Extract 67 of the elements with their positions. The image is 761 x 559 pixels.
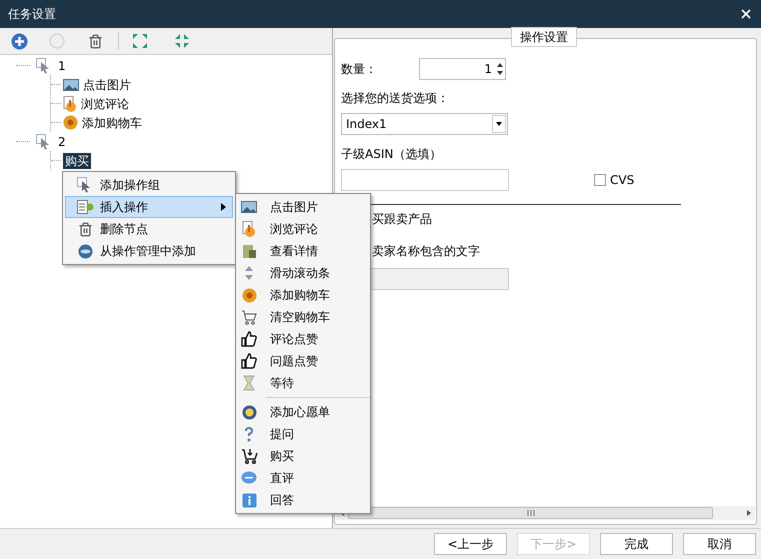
menu-item[interactable]: 回答 xyxy=(236,489,370,511)
dropdown-arrow-icon xyxy=(496,122,502,126)
field-label: 选择您的送货选项： xyxy=(341,90,450,107)
trash-icon xyxy=(88,34,102,48)
menu-item[interactable]: 添加操作组 xyxy=(65,174,233,196)
tree-node[interactable]: 2 xyxy=(58,132,66,150)
info-icon xyxy=(242,492,256,508)
quantity-spinner[interactable]: 1 xyxy=(419,58,506,80)
asin-field[interactable] xyxy=(341,169,509,191)
field-label: 卖家名称包含的文字 xyxy=(372,243,481,260)
field-label: 买跟卖产品 xyxy=(372,211,433,228)
menu-item[interactable]: 问题点赞 xyxy=(236,350,370,372)
scroll-arrows-icon xyxy=(243,265,255,281)
dialog-button[interactable]: 完成 xyxy=(600,533,673,555)
field-label: 数量： xyxy=(341,61,378,78)
dialog-button[interactable]: 取消 xyxy=(683,533,756,555)
menu-item[interactable]: 浏览评论 xyxy=(236,218,370,240)
cart-icon xyxy=(241,310,257,324)
scrollbar-thumb[interactable] xyxy=(348,507,713,519)
menu-item[interactable]: 滑动滚动条 xyxy=(236,262,370,284)
trash-icon xyxy=(78,222,92,236)
menu-item[interactable]: 添加购物车 xyxy=(236,284,370,306)
hand-icon xyxy=(242,221,256,237)
badge-icon xyxy=(242,404,256,420)
thumbs-up-icon xyxy=(241,353,257,369)
cvs-checkbox[interactable] xyxy=(594,174,606,186)
circle-icon xyxy=(49,33,65,49)
menu-item[interactable]: 删除节点 xyxy=(65,218,233,240)
menu-item[interactable]: 购买 xyxy=(236,445,370,467)
menu-item[interactable]: 添加心愿单 xyxy=(236,401,370,423)
hand-icon xyxy=(63,96,77,112)
thumbs-up-icon xyxy=(241,331,257,347)
disc-icon xyxy=(78,244,92,258)
menu-item[interactable]: 直评 xyxy=(236,467,370,489)
shipping-select[interactable]: Index1 xyxy=(341,113,508,135)
image-icon xyxy=(241,200,257,214)
menu-item[interactable]: 插入操作 xyxy=(65,196,233,218)
document-icon xyxy=(242,244,256,258)
cart-coin-icon xyxy=(63,115,78,130)
hourglass-icon xyxy=(243,375,255,391)
menu-item[interactable]: 评论点赞 xyxy=(236,328,370,350)
window-title: 任务设置 xyxy=(8,6,56,23)
menu-item[interactable]: 清空购物车 xyxy=(236,306,370,328)
tree-item[interactable]: 添加购物车 xyxy=(80,114,144,130)
checkbox-label: CVS xyxy=(610,172,634,189)
tree-item[interactable]: 浏览评论 xyxy=(79,96,131,112)
dialog-button[interactable]: <上一步 xyxy=(434,533,507,555)
menu-item[interactable]: 点击图片 xyxy=(236,196,370,218)
cart-icon xyxy=(240,448,258,464)
group-title: 操作设置 xyxy=(511,27,577,47)
image-icon xyxy=(63,78,79,92)
tree-item[interactable]: 购买 xyxy=(63,152,91,168)
insert-icon xyxy=(76,200,94,214)
question-icon xyxy=(244,426,254,442)
close-button[interactable] xyxy=(739,7,753,21)
field-label: 子级ASIN（选填） xyxy=(341,146,442,163)
menu-item[interactable]: 提问 xyxy=(236,423,370,445)
menu-item[interactable]: 查看详情 xyxy=(236,240,370,262)
tree-node[interactable]: 1 xyxy=(58,56,66,74)
plus-icon xyxy=(10,32,28,50)
menu-item[interactable]: 等待 xyxy=(236,372,370,394)
grip-icon xyxy=(526,510,534,516)
collapse-icon xyxy=(174,33,190,49)
menu-item[interactable]: 从操作管理中添加 xyxy=(65,240,233,262)
tree-item[interactable]: 点击图片 xyxy=(81,76,133,92)
expand-icon xyxy=(132,33,148,49)
cart-coin-icon xyxy=(242,288,256,302)
